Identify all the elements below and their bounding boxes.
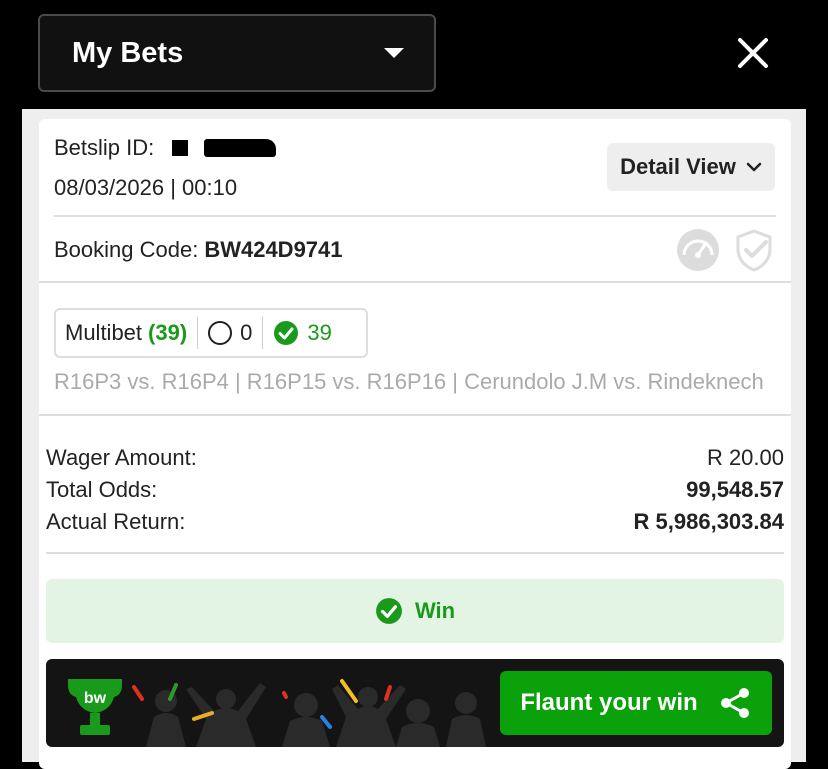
dropdown-label: My Bets [72,36,184,69]
separator [197,317,199,349]
redacted-block [172,140,189,156]
check-circle-icon [376,598,402,624]
divider [39,281,791,283]
flaunt-label: Flaunt your win [520,689,698,716]
return-label: Actual Return: [46,509,186,534]
win-status-banner: Win [46,579,784,643]
close-icon[interactable] [730,30,776,76]
my-bets-dropdown[interactable]: My Bets [38,14,436,92]
open-circle-icon [208,321,233,345]
bet-datetime: 08/03/2026 | 00:10 [54,175,238,200]
speedometer-icon[interactable] [675,227,721,273]
detail-view-label: Detail View [620,154,736,179]
detail-view-button[interactable]: Detail View [607,143,775,191]
divider [39,414,791,416]
booking-code-line: Booking Code: BW424D9741 [54,237,343,263]
return-value: R 5,986,303.84 [633,509,784,534]
return-row: Actual Return: R 5,986,303.84 [46,509,784,535]
chevron-down-icon [746,162,762,172]
share-icon [720,688,749,718]
divider [46,552,784,554]
shield-check-icon[interactable] [733,227,775,273]
logo-text: bw [84,690,107,707]
redacted-block [204,139,277,157]
matches-summary[interactable]: R16P3 vs. R16P4 | R16P15 vs. R16P16 | Ce… [54,369,774,395]
multibet-count: (39) [148,320,188,345]
divider [54,215,776,217]
open-count: 0 [240,320,253,345]
header-bar: My Bets [22,0,806,109]
multibet-summary: Multibet (39) 0 39 [54,308,368,358]
bet-card: Betslip ID: 08/03/2026 | 00:10 Detail Vi… [39,119,791,769]
check-circle-icon [274,321,299,345]
win-status-label: Win [414,598,456,623]
wager-row: Wager Amount: R 20.00 [46,445,784,471]
odds-value: 99,548.57 [686,477,784,502]
my-bets-panel: My Bets Betslip ID: 08/03/2026 | 00:10 D… [22,0,806,769]
booking-label: Booking Code: [54,237,199,262]
odds-label: Total Odds: [46,477,158,502]
wager-value: R 20.00 [706,445,784,470]
odds-row: Total Odds: 99,548.57 [46,477,784,503]
multibet-label: Multibet [65,320,143,345]
wager-label: Wager Amount: [46,445,197,470]
trophy-logo: bw [68,679,122,735]
booking-code: BW424D9741 [204,237,343,262]
betslip-label: Betslip ID: [54,135,155,160]
won-count: 39 [307,320,332,345]
flaunt-promo-banner: bw Flaunt your win [46,659,784,747]
separator [262,317,264,349]
betslip-id: Betslip ID: [54,135,277,161]
caret-down-icon [384,48,404,58]
flaunt-your-win-button[interactable]: Flaunt your win [500,671,772,735]
